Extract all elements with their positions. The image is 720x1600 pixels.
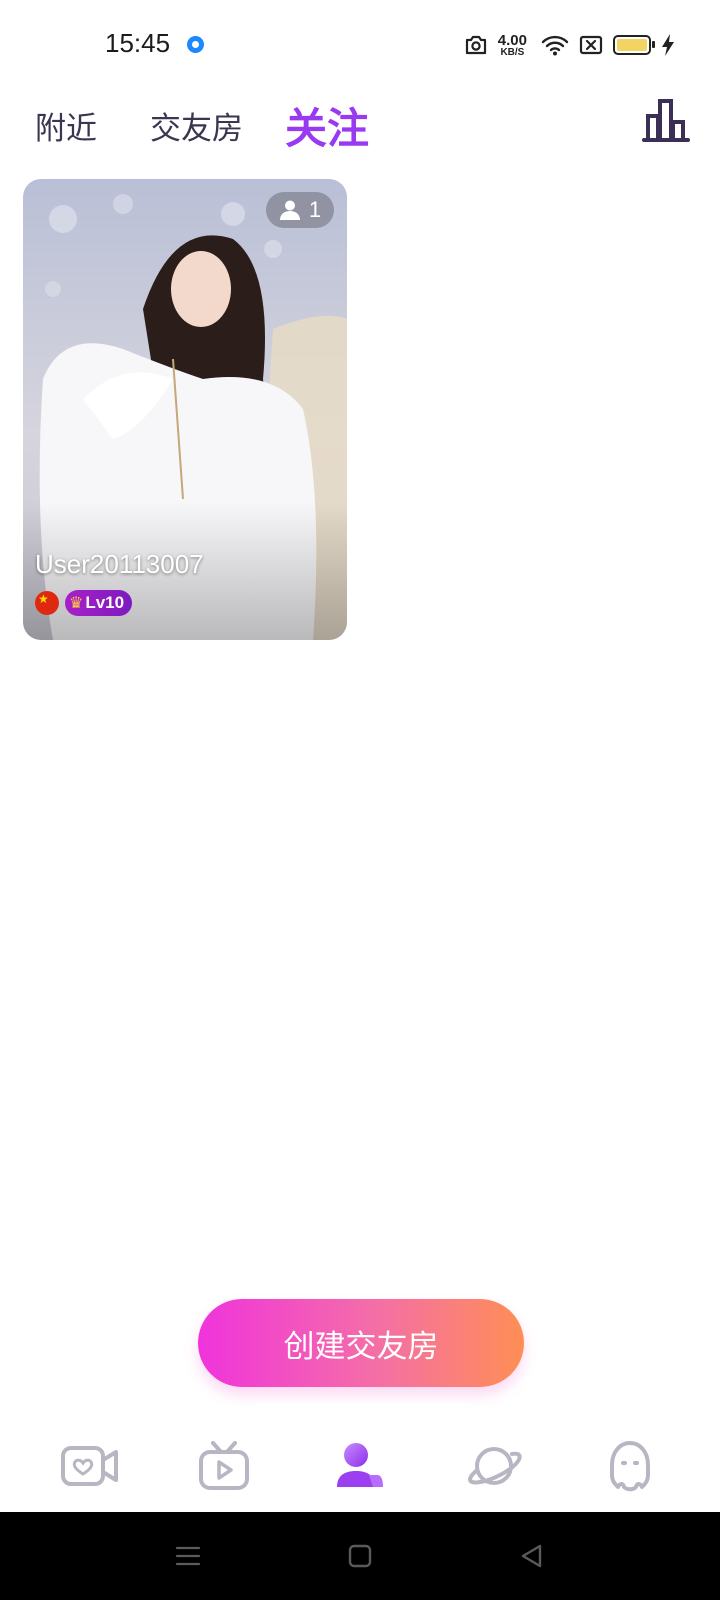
system-nav-bar	[0, 1512, 720, 1600]
home-icon	[348, 1544, 372, 1568]
ghost-message-icon	[610, 1441, 650, 1492]
status-time: 15:45	[105, 28, 171, 58]
notification-dot-icon	[187, 36, 204, 53]
viewer-count: 1	[308, 197, 322, 222]
back-icon	[521, 1544, 542, 1568]
system-back-button[interactable]	[512, 1536, 552, 1576]
menu-icon	[175, 1546, 201, 1566]
live-camera-icon	[61, 1446, 118, 1486]
level-badge: ♛ Lv10	[65, 590, 133, 616]
charging-icon	[662, 34, 674, 56]
room-card[interactable]: 1 User20113007 ♛ Lv10	[23, 179, 347, 640]
top-tabs: 附近 交友房 关注	[0, 90, 720, 170]
nav-item-messages[interactable]	[590, 1420, 670, 1512]
party-room-icon	[337, 1443, 383, 1487]
status-bar: 15:45 4.00 KB/S	[0, 0, 720, 90]
network-speed: 4.00 KB/S	[498, 33, 527, 58]
create-room-button[interactable]: 创建交友房	[198, 1299, 524, 1387]
camera-icon	[465, 35, 486, 55]
viewer-count-badge: 1	[266, 192, 334, 228]
planet-icon	[468, 1447, 522, 1485]
tv-play-icon	[199, 1441, 249, 1490]
nav-item-tv[interactable]	[184, 1420, 264, 1512]
ranking-button[interactable]	[640, 96, 692, 146]
status-icons: 4.00 KB/S	[464, 30, 675, 60]
level-label: Lv10	[85, 593, 125, 612]
bottom-nav	[0, 1420, 720, 1512]
room-user-name: User20113007	[35, 549, 204, 579]
nav-item-planet[interactable]	[454, 1420, 534, 1512]
battery-fill	[617, 39, 647, 51]
person-icon	[279, 200, 300, 220]
system-home-button[interactable]	[340, 1536, 380, 1576]
speed-unit: KB/S	[500, 46, 525, 58]
crown-icon: ♛	[69, 595, 84, 612]
nav-item-live[interactable]	[50, 1420, 130, 1512]
ranking-chart-icon	[642, 99, 690, 142]
system-menu-button[interactable]	[168, 1536, 208, 1576]
tab-nearby[interactable]: 附近	[35, 90, 97, 160]
room-user-meta: ♛ Lv10	[35, 590, 133, 616]
tab-party-room[interactable]: 交友房	[150, 90, 243, 160]
china-flag-icon	[35, 591, 59, 615]
nav-item-party[interactable]	[320, 1420, 400, 1512]
wifi-icon	[541, 35, 569, 56]
speed-value: 4.00	[497, 31, 527, 49]
battery-icon	[613, 35, 655, 55]
sim-off-icon	[579, 35, 603, 55]
tab-following[interactable]: 关注	[285, 90, 369, 160]
